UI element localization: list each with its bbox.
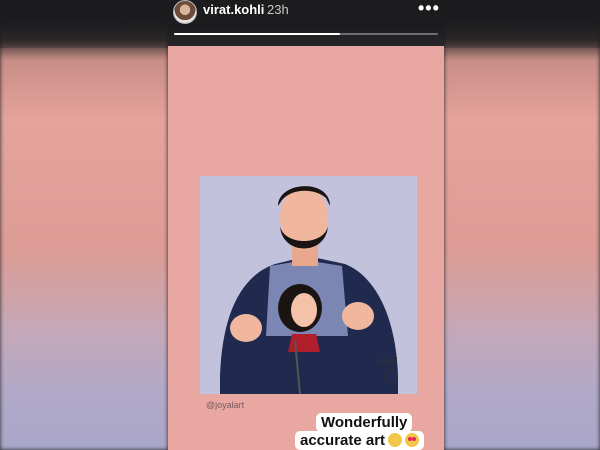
blurred-background-left — [0, 0, 168, 450]
fan-art-illustration: joyal — [200, 176, 417, 394]
timestamp: 23h — [267, 2, 289, 17]
caption-text-1: Wonderfully — [321, 414, 408, 431]
caption-line-1: Wonderfully — [316, 413, 413, 432]
artist-watermark: @joyalart — [206, 400, 245, 410]
avatar[interactable] — [173, 0, 197, 24]
caption-line-2: accurate art — [295, 431, 425, 450]
story-header: virat.kohli 23h ••• — [168, 0, 444, 46]
username[interactable]: virat.kohli — [203, 2, 264, 17]
portrait-top — [288, 334, 320, 352]
more-horizontal-icon[interactable]: ••• — [418, 0, 440, 19]
progress-bar — [174, 33, 438, 35]
story-frame[interactable]: virat.kohli 23h ••• joyal @joyalart Wond… — [168, 0, 444, 450]
left-hand — [230, 314, 262, 342]
right-hand — [342, 302, 374, 330]
portrait-face — [291, 293, 317, 327]
progress-fill — [174, 33, 341, 35]
heart-eyes-emoji — [405, 433, 420, 447]
ok-hand-emoji — [388, 433, 403, 447]
blurred-background-right — [444, 0, 600, 450]
caption-text-2: accurate art — [300, 432, 386, 449]
illustration-svg: joyal — [220, 186, 398, 394]
signature: joyal — [374, 357, 398, 367]
